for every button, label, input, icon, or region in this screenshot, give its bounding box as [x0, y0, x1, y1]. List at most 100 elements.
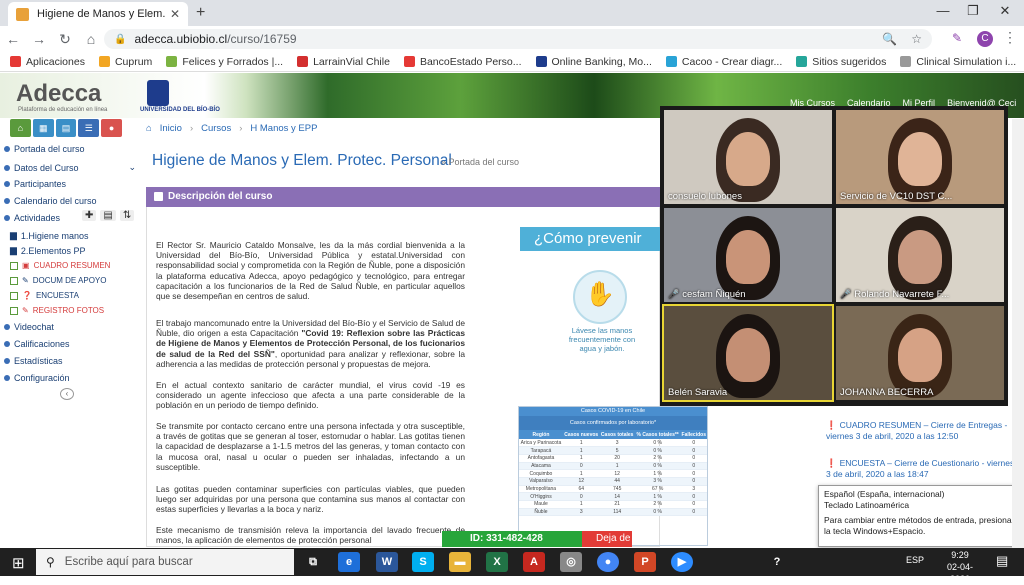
calendar-icon[interactable]: ▦ [32, 119, 54, 137]
bookmark-item[interactable]: Aplicaciones [10, 56, 85, 68]
extension-icon[interactable]: ✎ [952, 31, 962, 45]
sidebar-item-videochat[interactable]: Videochat [4, 322, 54, 332]
sidebar-item-calificaciones[interactable]: Calificaciones [4, 339, 70, 349]
edge-icon[interactable]: e [338, 552, 360, 572]
university-name: UNIVERSIDAD DEL BÍO-BÍO [140, 107, 220, 113]
bookmark-item[interactable]: Sitios sugeridos [796, 56, 886, 68]
zoom-icon[interactable]: ▶ [671, 552, 693, 572]
home-icon[interactable]: ⌂ [10, 119, 31, 137]
bookmark-item[interactable]: Felices y Forrados |... [166, 56, 283, 68]
search-icon: ⚲ [46, 555, 55, 569]
participant-tile[interactable]: Belén Saravia [662, 304, 834, 402]
table-cell: 12 [599, 469, 635, 478]
address-bar[interactable]: 🔒 adecca.ubiobio.cl/curso/16759 🔍 ☆ [104, 29, 932, 49]
new-tab-button[interactable]: + [196, 4, 205, 22]
avatar[interactable]: C [977, 31, 993, 47]
sidebar-item-registro[interactable]: ✎ REGISTRO FOTOS [10, 306, 104, 315]
sidebar-item-encuesta[interactable]: ❓ ENCUESTA [10, 291, 79, 300]
sidebar-item-higiene[interactable]: ▆ 1.Higiene manos [10, 230, 88, 241]
table-cell: 1 [562, 446, 600, 455]
participant-face [726, 230, 770, 284]
sidebar-item-estadisticas[interactable]: Estadísticas [4, 356, 63, 366]
table-row: Tarapacá 1 5 0 % 0 [519, 446, 707, 455]
sidebar-item-datos[interactable]: Datos del Curso ⌄ [4, 162, 136, 173]
input-method-popup[interactable]: Español (España, internacional) Teclado … [818, 485, 1022, 547]
home-icon[interactable]: ⌂ [146, 123, 152, 134]
bookmark-item[interactable]: LarrainVial Chile [297, 56, 390, 68]
windows-start-icon[interactable]: ⊞ [12, 554, 25, 572]
covid-column-header: % Casos totales** [634, 430, 681, 439]
list-icon[interactable]: ☰ [78, 119, 100, 137]
move-icon[interactable]: ⇅ [119, 210, 135, 221]
search-icon[interactable]: 🔍 [882, 32, 897, 46]
forward-icon[interactable]: → [26, 31, 52, 47]
maximize-button[interactable]: ❐ [958, 3, 988, 19]
language-indicator[interactable]: ESP [906, 555, 924, 565]
bookmark-item[interactable]: Clinical Simulation i... [900, 56, 1016, 68]
bookmark-item[interactable]: Cacoo - Crear diagr... [665, 56, 782, 68]
minimize-button[interactable]: — [928, 3, 958, 18]
menu-icon[interactable]: ⋮ [1003, 29, 1017, 46]
event-encuesta[interactable]: ❗ ENCUESTA – Cierre de Cuestionario - vie… [826, 458, 1016, 480]
collapse-sidebar-button[interactable]: ‹ [60, 388, 74, 400]
sidebar-item-calendario[interactable]: Calendario del curso [4, 196, 97, 206]
acrobat-icon[interactable]: A [523, 552, 545, 572]
sidebar-item-portada[interactable]: Portada del curso [4, 144, 85, 154]
table-cell: 0 [562, 492, 600, 501]
page-scrollbar[interactable] [1012, 119, 1024, 548]
sidebar-item-docum[interactable]: ✎ DOCUM DE APOYO [10, 276, 107, 285]
participant-tile[interactable]: consuelo lubones [664, 110, 832, 204]
sidebar-item-elementos[interactable]: ▆ 2.Elementos PP [10, 245, 85, 256]
task-view-icon[interactable]: ⧉ [302, 552, 324, 572]
sidebar-item-participantes[interactable]: Participantes [4, 179, 66, 189]
bookmark-item[interactable]: Online Banking, Mo... [535, 56, 652, 68]
participant-tile[interactable]: Servicio de VC10 DST C... [836, 110, 1004, 204]
word-icon[interactable]: W [376, 552, 398, 572]
folder-icon[interactable]: ▬ [449, 552, 471, 572]
excel-icon[interactable]: X [486, 552, 508, 572]
table-cell: 3 % [634, 477, 681, 486]
close-icon[interactable]: ✕ [170, 7, 180, 21]
sidebar-item-cuadro[interactable]: ▣ CUADRO RESUMEN [10, 261, 110, 270]
app-icon[interactable]: ◎ [560, 552, 582, 572]
tab-course[interactable]: Higiene de Manos y Elem. Protec ✕ [8, 2, 188, 26]
stop-share-button[interactable]: Deja de [582, 531, 632, 547]
breadcrumb-course[interactable]: H Manos y EPP [250, 123, 317, 134]
notifications-icon[interactable]: ▤ [996, 553, 1008, 569]
back-icon[interactable]: ← [0, 31, 26, 47]
participant-tile[interactable]: 🎤 Rolando Navarrete F... [836, 208, 1004, 302]
window-close-button[interactable]: ✕ [990, 3, 1020, 19]
clock[interactable]: 9:29 02-04-2020 [940, 549, 980, 585]
powerpoint-icon[interactable]: P [634, 552, 656, 572]
grid-icon[interactable]: ▤ [55, 119, 77, 137]
edit-icon[interactable]: ▤ [100, 210, 116, 221]
add-icon[interactable]: ✚ [82, 210, 97, 221]
participant-tile[interactable]: JOHANNA BECERRA [836, 306, 1004, 400]
table-cell: Valparaíso [519, 477, 563, 486]
video-icon [4, 324, 10, 330]
sidebar-item-configuracion[interactable]: Configuración [4, 373, 70, 383]
event-cuadro[interactable]: ❗ CUADRO RESUMEN – Cierre de Entregas - v… [826, 420, 1016, 442]
stats-icon [4, 358, 10, 364]
taskbar-search[interactable]: ⚲ Escribe aquí para buscar [36, 549, 294, 575]
skype-icon[interactable]: S [412, 552, 434, 572]
participant-tile[interactable]: 🎤 cesfam Ñiquén [664, 208, 832, 302]
reload-icon[interactable]: ↻ [52, 31, 78, 48]
breadcrumb-cursos[interactable]: Cursos [201, 123, 231, 134]
bookmark-item[interactable]: BancoEstado Perso... [403, 56, 522, 68]
home-icon[interactable]: ⌂ [78, 31, 104, 47]
adecca-logo[interactable]: Adecca [16, 80, 101, 108]
chrome-icon[interactable]: ● [597, 552, 619, 572]
help-icon[interactable]: ? [766, 552, 788, 572]
meeting-id[interactable]: ID: 331-482-428 [442, 531, 582, 547]
table-row: Atacama 0 1 0 % 0 [519, 462, 707, 471]
bookmark-item[interactable]: Cuprum [98, 56, 152, 68]
star-icon[interactable]: ☆ [911, 32, 922, 46]
breadcrumb-inicio[interactable]: Inicio [160, 123, 182, 134]
user-icon[interactable]: ● [101, 119, 122, 137]
logo-subtitle: Plataforma de educación en línea [18, 107, 108, 113]
table-cell: Ñuble [519, 508, 563, 517]
participant-face [898, 328, 942, 382]
sidebar-item-actividades[interactable]: Actividades [4, 213, 60, 223]
table-row: Coquimbo 1 12 1 % 0 [519, 469, 707, 478]
